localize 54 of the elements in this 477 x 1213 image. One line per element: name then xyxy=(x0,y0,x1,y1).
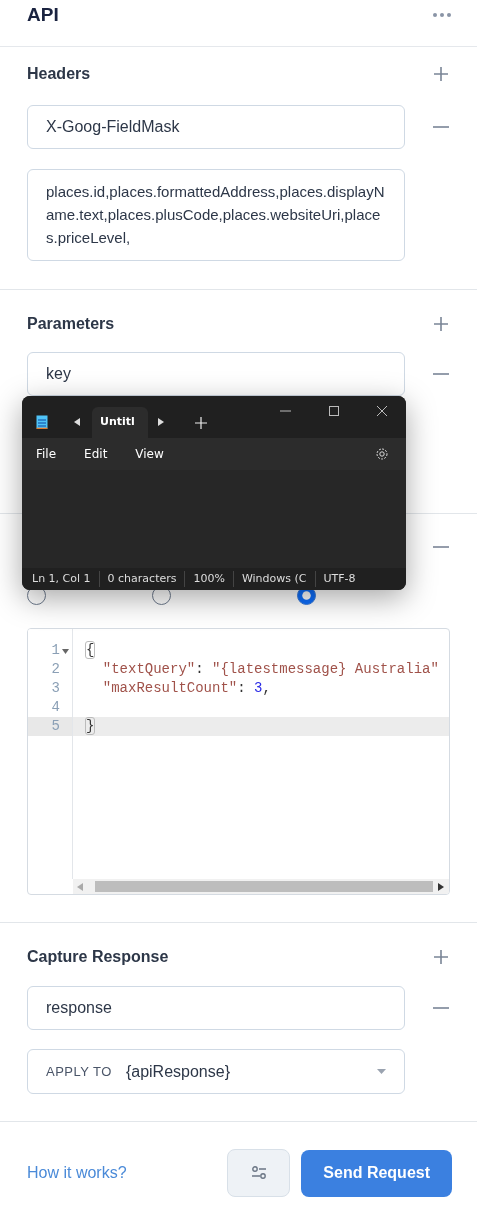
new-tab-icon[interactable] xyxy=(195,417,207,429)
menu-item[interactable]: View xyxy=(135,445,164,463)
notepad-icon[interactable] xyxy=(36,414,48,429)
code-editor[interactable]: 1 2 3 4 5 { "textQuery": "{latestmessage} Australia" "maxResultCount": 3, } xyxy=(27,628,450,895)
plus-icon[interactable] xyxy=(433,316,449,332)
sliders-icon xyxy=(250,1166,267,1180)
settings-icon[interactable] xyxy=(375,447,389,461)
input-field[interactable]: key xyxy=(27,352,405,396)
minus-icon[interactable] xyxy=(433,372,449,376)
minus-icon[interactable] xyxy=(433,1006,449,1010)
scroll-left-icon[interactable] xyxy=(77,882,83,891)
line-number: 2 xyxy=(51,661,60,677)
line-number: 3 xyxy=(51,680,60,696)
maximize-icon[interactable] xyxy=(329,406,339,416)
caret-icon xyxy=(377,1069,386,1074)
status-item: Windows (C xyxy=(233,570,316,588)
code-line: "maxResultCount": 3, xyxy=(101,680,271,696)
status-item: UTF-8 xyxy=(322,570,357,587)
input-field[interactable]: response xyxy=(27,986,405,1030)
menu-item[interactable]: Edit xyxy=(84,445,108,463)
line-number: 4 xyxy=(51,699,60,715)
apply-to-select[interactable]: APPLY TO {apiResponse} xyxy=(27,1049,405,1094)
filter-button[interactable] xyxy=(227,1149,291,1197)
help-link[interactable]: How it works? xyxy=(27,1161,127,1185)
plus-icon[interactable] xyxy=(433,66,449,82)
code-line: "textQuery": "{latestmessage} Australia" xyxy=(101,661,439,677)
send-request-button[interactable]: Send Request xyxy=(301,1149,452,1197)
status-item: 100% xyxy=(185,570,234,588)
tab-left-icon[interactable] xyxy=(74,418,80,426)
scroll-right-icon[interactable] xyxy=(438,882,444,891)
status-item: 0 characters xyxy=(99,570,186,588)
code-line: { xyxy=(86,642,95,658)
section-title: Capture Response xyxy=(27,947,170,967)
code-line: } xyxy=(86,718,95,734)
more-icon[interactable] xyxy=(432,12,452,18)
scrollbar-thumb[interactable] xyxy=(95,881,433,892)
select-label: APPLY TO xyxy=(46,1062,112,1081)
line-number: 5 xyxy=(51,718,60,734)
section-title: Headers xyxy=(27,64,92,84)
plus-icon[interactable] xyxy=(433,949,449,965)
minus-icon[interactable] xyxy=(433,545,449,549)
minus-icon[interactable] xyxy=(433,125,449,129)
tab-right-icon[interactable] xyxy=(158,418,164,426)
section-title: Parameters xyxy=(27,314,116,334)
textarea-field[interactable]: places.id,places.formattedAddress,places.displayName.text,places.plusCode,places.websiteUri,places.priceLevel, xyxy=(27,169,405,261)
panel-title: API xyxy=(27,3,59,27)
input-field[interactable]: X-Goog-FieldMask xyxy=(27,105,405,149)
select-value: {apiResponse} xyxy=(125,1061,230,1082)
tab-title[interactable]: Untitl xyxy=(92,407,148,438)
menu-item[interactable]: File xyxy=(36,445,57,463)
fold-caret-icon[interactable] xyxy=(62,649,69,654)
close-icon[interactable] xyxy=(377,406,387,416)
line-number: 1 xyxy=(51,642,60,658)
status-item: Ln 1, Col 1 xyxy=(24,570,100,588)
